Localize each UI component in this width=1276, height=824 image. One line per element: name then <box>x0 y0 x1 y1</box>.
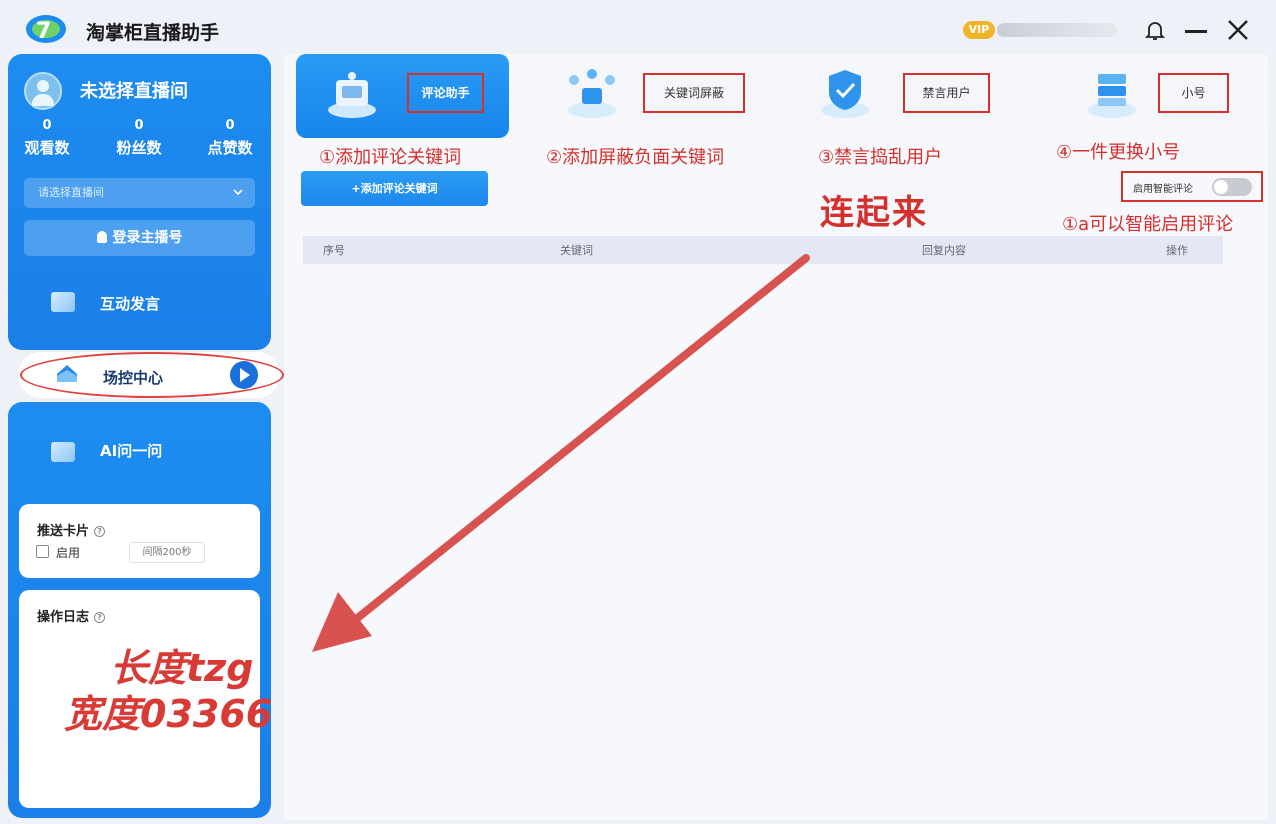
column-header-action: 操作 <box>1166 244 1188 257</box>
tab-label-alt: 小号 <box>1158 73 1229 113</box>
user-icon <box>96 231 107 243</box>
home-icon <box>57 365 77 382</box>
room-select-placeholder: 请选择直播间 <box>38 186 104 199</box>
annotation-step-2: ②添加屏蔽负面关键词 <box>546 147 725 168</box>
help-icon[interactable]: ? <box>94 612 106 623</box>
column-header-reply: 回复内容 <box>922 244 966 257</box>
room-select[interactable]: 请选择直播间 <box>24 178 255 208</box>
push-card-title: 推送卡片? <box>37 520 106 539</box>
add-comment-keyword-button[interactable]: +添加评论关键词 <box>301 171 488 206</box>
nav-item-control-center-label: 场控中心 <box>103 369 164 387</box>
room-name: 未选择直播间 <box>80 81 188 102</box>
vip-badge: VIP <box>963 21 995 39</box>
account-name-blurred[interactable] <box>997 23 1117 37</box>
robot-icon <box>328 72 376 118</box>
app-title: 淘掌柜直播助手 <box>86 22 220 44</box>
smart-comment-label: 启用智能评论 <box>1133 184 1193 195</box>
annotation-step-3: ③禁言捣乱用户 <box>818 147 943 168</box>
nav-item-ai[interactable]: AI问一问 <box>100 440 162 461</box>
watermark-line-2: 宽度03366 <box>64 692 273 736</box>
column-header-index: 序号 <box>323 244 345 257</box>
svg-text:7: 7 <box>36 19 51 44</box>
push-interval-input[interactable]: 间隔200秒 <box>129 542 205 563</box>
app-logo-icon: 7 <box>26 15 66 44</box>
stat-likes: 0 点赞数 <box>207 118 253 157</box>
login-anchor-button[interactable]: 登录主播号 <box>24 220 255 256</box>
bell-icon[interactable] <box>1143 18 1167 42</box>
tab-label-comment: 评论助手 <box>407 73 484 113</box>
annotation-connect: 连起来 <box>820 193 928 233</box>
sidebar-panel: 未选择直播间 0 观看数 0 粉丝数 0 点赞数 请选择直播间 登录主播号 互动… <box>8 54 271 350</box>
annotation-step-1a: ①a可以智能启用评论 <box>1062 214 1234 235</box>
push-card-panel: 推送卡片? <box>19 504 260 578</box>
stat-views: 0 观看数 <box>24 118 70 157</box>
tab-label-keyword: 关键词屏蔽 <box>643 73 745 113</box>
shield-icon <box>821 70 869 118</box>
stat-fans: 0 粉丝数 <box>116 118 162 157</box>
server-icon <box>1088 74 1136 118</box>
avatar[interactable] <box>24 72 62 110</box>
chevron-down-icon <box>233 189 243 196</box>
table-header <box>303 236 1223 264</box>
tab-alt-account[interactable] <box>1033 54 1267 138</box>
tab-label-mute: 禁言用户 <box>903 73 990 113</box>
ai-icon <box>51 442 75 462</box>
network-icon <box>568 69 616 118</box>
chat-icon <box>51 292 75 312</box>
nav-item-interaction[interactable]: 互动发言 <box>100 293 160 314</box>
push-card-checkbox[interactable] <box>36 545 49 558</box>
login-button-label: 登录主播号 <box>112 230 183 246</box>
column-header-keyword: 关键词 <box>560 244 593 257</box>
push-card-enable-label: 启用 <box>56 546 81 560</box>
close-icon[interactable] <box>1224 16 1252 44</box>
annotation-step-1: ①添加评论关键词 <box>319 147 462 168</box>
log-card-title: 操作日志? <box>37 606 106 625</box>
play-icon[interactable] <box>230 361 258 389</box>
minimize-button[interactable] <box>1185 30 1207 33</box>
annotation-step-4: ④一件更换小号 <box>1056 142 1181 163</box>
smart-comment-toggle[interactable] <box>1212 178 1252 196</box>
help-icon[interactable]: ? <box>94 526 106 537</box>
